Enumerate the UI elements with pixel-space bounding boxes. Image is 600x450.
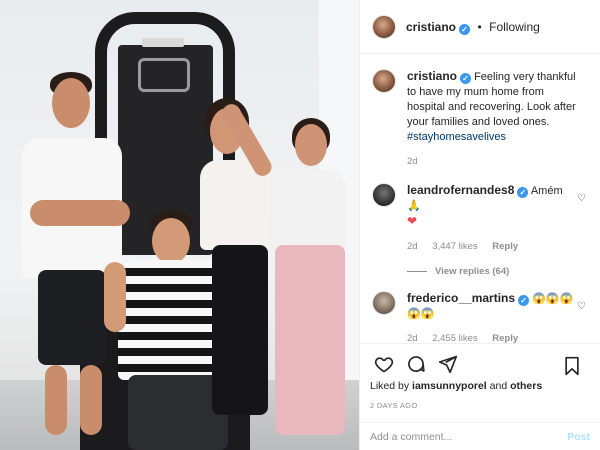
verified-badge-icon: ✓ xyxy=(459,23,471,35)
following-button[interactable]: Following xyxy=(489,20,540,34)
author-username[interactable]: cristiano xyxy=(406,20,456,34)
reply-button[interactable]: Reply xyxy=(492,333,518,343)
action-bar xyxy=(360,343,600,383)
post-sidebar: cristiano ✓ • Following cristiano ✓ Feelin… xyxy=(359,0,600,450)
view-replies-label: View replies (64) xyxy=(435,266,510,277)
commenter-username[interactable]: frederico__martins xyxy=(407,291,515,305)
gym-machine-logo xyxy=(142,38,184,47)
comment-age: 2d xyxy=(407,333,418,343)
comment-item: frederico__martins ✓ 😱😱😱 😱😱 2d 2,455 like… xyxy=(360,277,600,343)
gym-machine-handle xyxy=(138,58,190,92)
post-photo[interactable] xyxy=(0,0,359,450)
liked-by-others[interactable]: others xyxy=(510,380,542,392)
red-heart-emoji: ❤ xyxy=(407,214,418,228)
comment-meta: 2d 3,447 likes Reply xyxy=(407,239,579,254)
comment-text: Amém xyxy=(530,185,563,197)
caption-age: 2d xyxy=(407,156,418,167)
caption-hashtag[interactable]: #stayhomesavelives xyxy=(407,131,506,143)
liked-by: Liked by iamsunnyporel and others xyxy=(370,380,542,392)
bookmark-icon[interactable] xyxy=(558,352,586,380)
comments-list[interactable]: cristiano ✓ Feeling very thankful to have… xyxy=(360,55,600,343)
verified-badge-icon: ✓ xyxy=(518,295,530,306)
liked-by-and: and xyxy=(489,380,508,392)
post-header-text: cristiano ✓ • Following xyxy=(406,18,540,36)
commenter-avatar[interactable] xyxy=(372,291,396,315)
comment-input[interactable] xyxy=(370,430,568,443)
share-icon[interactable] xyxy=(434,350,462,378)
heart-icon[interactable] xyxy=(370,350,398,378)
view-replies-line xyxy=(407,270,427,272)
liked-by-prefix: Liked by xyxy=(370,380,410,392)
view-replies-link[interactable]: View replies (64) xyxy=(407,266,600,277)
comment-like-heart-icon[interactable]: ♡ xyxy=(577,193,586,204)
post-header: cristiano ✓ • Following xyxy=(360,0,600,54)
commenter-avatar[interactable] xyxy=(372,183,396,207)
caption-username[interactable]: cristiano xyxy=(407,69,457,83)
add-comment-bar: Post xyxy=(360,422,600,450)
scream-emoji-line2: 😱😱 xyxy=(407,308,435,320)
comment-icon[interactable] xyxy=(402,350,430,378)
verified-badge-icon: ✓ xyxy=(517,187,529,198)
caption-avatar[interactable] xyxy=(372,69,396,93)
post-date[interactable]: 2 DAYS AGO xyxy=(370,401,417,410)
comment-item: leandrofernandes8 ✓ Amém 🙏 ❤ 2d 3,447 lik… xyxy=(360,169,600,254)
post-comment-button[interactable]: Post xyxy=(567,431,590,443)
liked-by-user[interactable]: iamsunnyporel xyxy=(412,380,487,392)
comment-likes[interactable]: 3,447 likes xyxy=(432,241,477,252)
commenter-username[interactable]: leandrofernandes8 xyxy=(407,183,514,197)
scream-emoji-line1: 😱😱😱 xyxy=(532,293,574,305)
reply-button[interactable]: Reply xyxy=(492,241,518,252)
comment-body: frederico__martins ✓ 😱😱😱 😱😱 2d 2,455 like… xyxy=(407,291,579,343)
pray-emoji: 🙏 xyxy=(407,200,421,212)
author-avatar[interactable] xyxy=(372,14,396,39)
comment-like-heart-icon[interactable]: ♡ xyxy=(577,301,586,312)
verified-badge-icon: ✓ xyxy=(460,73,472,84)
caption-meta: 2d xyxy=(407,154,579,169)
follow-separator: • xyxy=(477,19,482,34)
comment-age: 2d xyxy=(407,241,418,252)
caption-body: cristiano ✓ Feeling very thankful to have… xyxy=(407,69,579,169)
comment-likes[interactable]: 2,455 likes xyxy=(432,333,477,343)
comment-meta: 2d 2,455 likes Reply xyxy=(407,331,579,343)
caption: cristiano ✓ Feeling very thankful to have… xyxy=(360,55,600,169)
comment-body: leandrofernandes8 ✓ Amém 🙏 ❤ 2d 3,447 lik… xyxy=(407,183,579,254)
